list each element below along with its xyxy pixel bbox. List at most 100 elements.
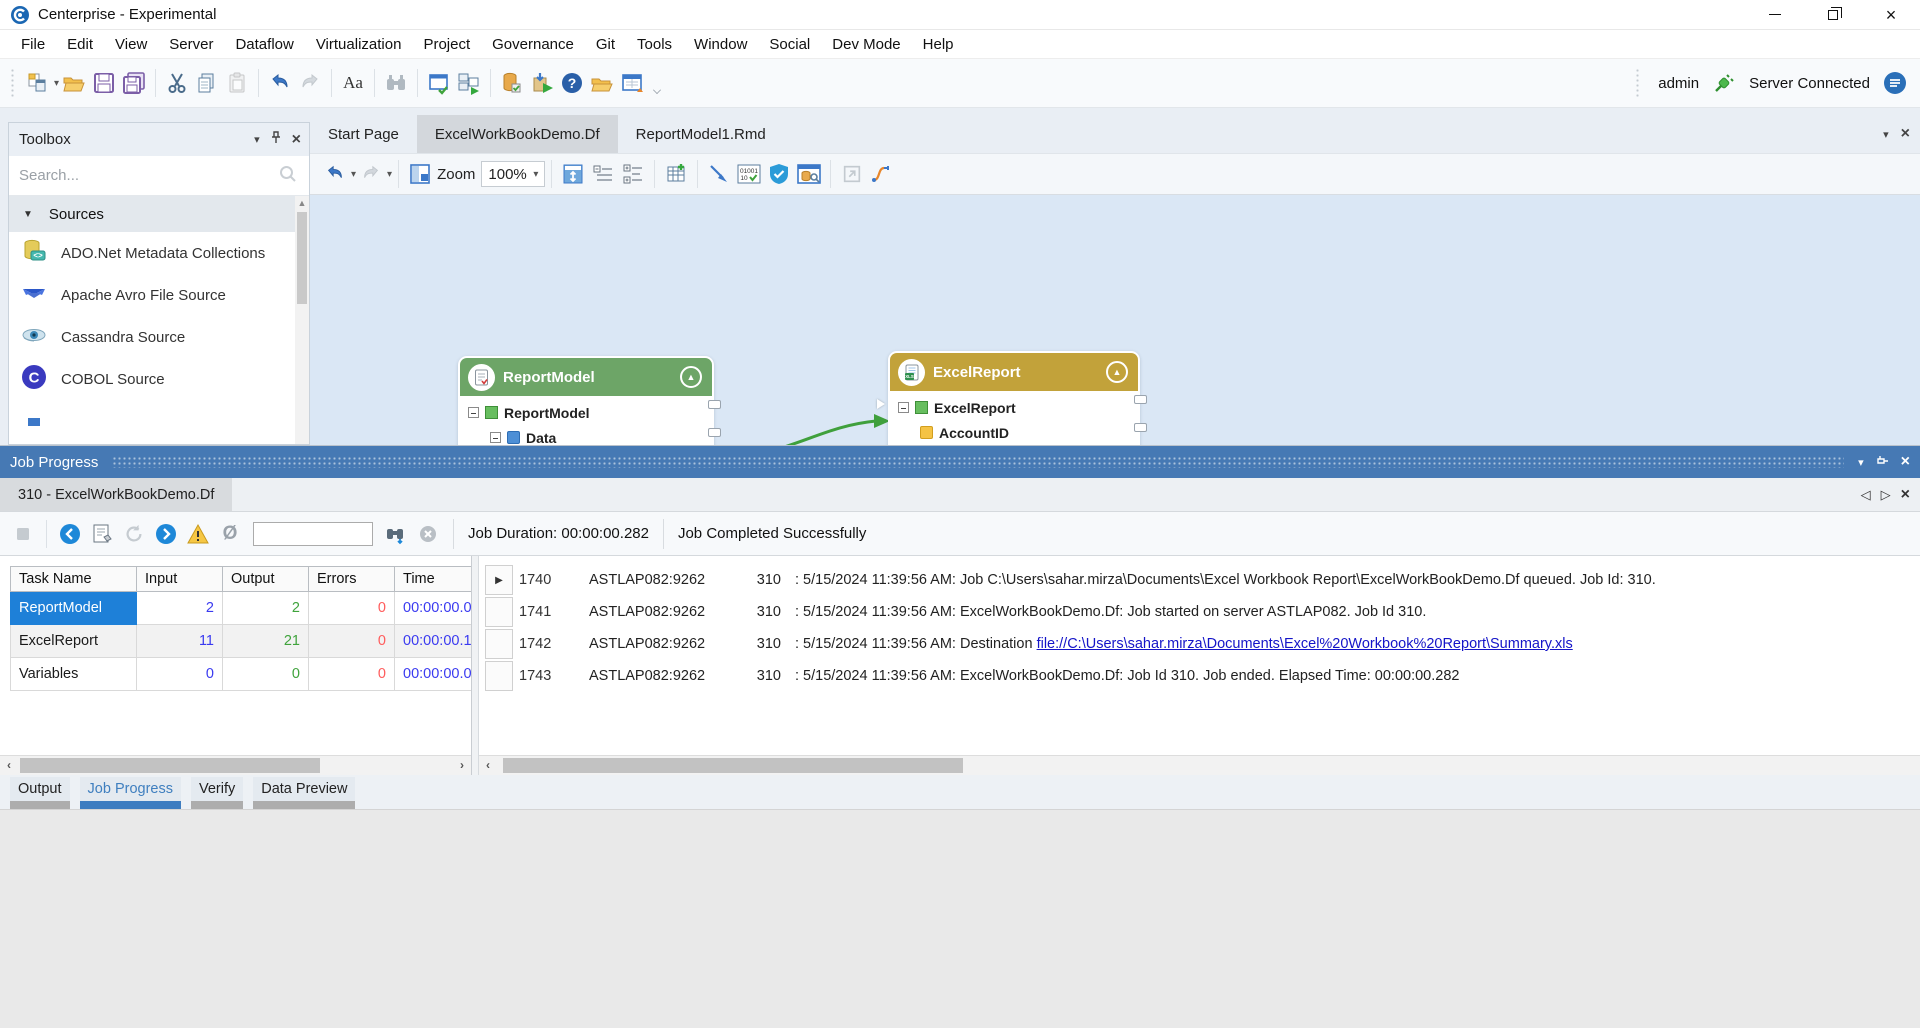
node-excelreport[interactable]: XLS ExcelReport ▲ ExcelReport bbox=[888, 351, 1140, 445]
output-port[interactable] bbox=[708, 400, 721, 409]
task-cell[interactable]: ExcelReport bbox=[10, 625, 137, 658]
table-row-excelreport[interactable]: ExcelReport 11 21 0 00:00:00.1 bbox=[10, 625, 471, 658]
tree-row-reportmodel[interactable]: ReportModel bbox=[468, 400, 712, 425]
menu-git[interactable]: Git bbox=[585, 36, 626, 53]
job-tab-close-icon[interactable]: × bbox=[1901, 486, 1910, 504]
warnings-icon[interactable] bbox=[183, 519, 213, 549]
toolbox-item-cobol[interactable]: C COBOL Source bbox=[9, 358, 295, 400]
open-folder-icon[interactable] bbox=[59, 68, 89, 98]
font-icon[interactable]: Aa bbox=[338, 68, 368, 98]
tree-row-excelreport[interactable]: ExcelReport bbox=[898, 395, 1138, 420]
table-row-reportmodel[interactable]: ReportModel 2 2 0 00:00:00.0 bbox=[10, 592, 471, 625]
zoom-select[interactable]: 100% ▾ bbox=[481, 161, 545, 187]
toolbox-item-cassandra[interactable]: Cassandra Source bbox=[9, 316, 295, 358]
panel-close-icon[interactable]: × bbox=[1901, 453, 1910, 471]
node-collapse-icon[interactable]: ▲ bbox=[1106, 361, 1128, 383]
tree-expander-icon[interactable] bbox=[490, 432, 501, 443]
draw-link-icon[interactable] bbox=[704, 159, 734, 189]
tab-list-caret-icon[interactable]: ▾ bbox=[1883, 128, 1889, 141]
redo-caret-icon[interactable]: ▾ bbox=[387, 169, 392, 180]
tree-row-data[interactable]: Data bbox=[468, 425, 712, 445]
layout-icon[interactable] bbox=[405, 159, 435, 189]
menu-server[interactable]: Server bbox=[158, 36, 224, 53]
scroll-thumb[interactable] bbox=[297, 212, 307, 304]
save-icon[interactable] bbox=[89, 68, 119, 98]
scroll-thumb[interactable] bbox=[20, 758, 320, 773]
paste-icon[interactable] bbox=[222, 68, 252, 98]
col-output[interactable]: Output bbox=[223, 566, 309, 592]
redo-icon[interactable] bbox=[356, 159, 386, 189]
menu-dataflow[interactable]: Dataflow bbox=[224, 36, 304, 53]
scroll-right-icon[interactable]: › bbox=[453, 756, 471, 775]
input-port[interactable] bbox=[877, 399, 885, 409]
toolbox-search-input[interactable] bbox=[19, 167, 299, 184]
job-log-icon[interactable] bbox=[87, 519, 117, 549]
col-time[interactable]: Time bbox=[395, 566, 471, 592]
panel-pin-icon[interactable] bbox=[1876, 454, 1889, 471]
output-port[interactable] bbox=[1134, 395, 1147, 404]
col-input[interactable]: Input bbox=[137, 566, 223, 592]
bottom-tab-job-progress[interactable]: Job Progress bbox=[80, 777, 181, 809]
tab-start-page[interactable]: Start Page bbox=[310, 115, 417, 153]
clear-search-icon[interactable] bbox=[413, 519, 443, 549]
menu-file[interactable]: File bbox=[10, 36, 56, 53]
connector-route-icon[interactable] bbox=[867, 159, 897, 189]
menu-edit[interactable]: Edit bbox=[56, 36, 104, 53]
scroll-up-icon[interactable]: ▲ bbox=[295, 196, 309, 210]
toolbox-close-icon[interactable]: × bbox=[292, 131, 301, 149]
menu-devmode[interactable]: Dev Mode bbox=[821, 36, 911, 53]
restore-button[interactable] bbox=[1804, 0, 1862, 29]
node-reportmodel[interactable]: ReportModel ▲ ReportModel Data bbox=[458, 356, 714, 445]
tab-excelworkbookdemo[interactable]: ExcelWorkBookDemo.Df bbox=[417, 115, 618, 153]
job-monitor-icon[interactable] bbox=[497, 68, 527, 98]
menu-view[interactable]: View bbox=[104, 36, 158, 53]
output-port[interactable] bbox=[1134, 423, 1147, 432]
copy-icon[interactable] bbox=[192, 68, 222, 98]
cut-icon[interactable] bbox=[162, 68, 192, 98]
bottom-tab-data-preview[interactable]: Data Preview bbox=[253, 777, 355, 809]
tab-close-icon[interactable]: × bbox=[1901, 125, 1910, 143]
close-button[interactable]: × bbox=[1862, 0, 1920, 29]
tree-expander-icon[interactable] bbox=[898, 402, 909, 413]
maximize-icon[interactable] bbox=[837, 159, 867, 189]
add-grid-icon[interactable] bbox=[661, 159, 691, 189]
menu-tools[interactable]: Tools bbox=[626, 36, 683, 53]
server-browse-icon[interactable] bbox=[587, 68, 617, 98]
log-row[interactable]: ▶ 1740 ASTLAP082:9262 310 : 5/15/2024 11… bbox=[485, 564, 1920, 596]
col-errors[interactable]: Errors bbox=[309, 566, 395, 592]
node-collapse-icon[interactable]: ▲ bbox=[680, 366, 702, 388]
tab-reportmodel1[interactable]: ReportModel1.Rmd bbox=[618, 115, 784, 153]
errors-filter-icon[interactable]: Ø bbox=[215, 519, 245, 549]
log-row[interactable]: 1743 ASTLAP082:9262 310 : 5/15/2024 11:3… bbox=[485, 660, 1920, 692]
panel-menu-caret-icon[interactable]: ▾ bbox=[1858, 456, 1864, 469]
collapse-all-icon[interactable] bbox=[588, 159, 618, 189]
minimize-button[interactable] bbox=[1746, 0, 1804, 29]
log-row[interactable]: 1742 ASTLAP082:9262 310 : 5/15/2024 11:3… bbox=[485, 628, 1920, 660]
shield-check-icon[interactable] bbox=[764, 159, 794, 189]
undo-icon[interactable] bbox=[265, 68, 295, 98]
toolbox-scrollbar[interactable]: ▲ bbox=[295, 196, 309, 444]
table-hscrollbar[interactable]: ‹ › bbox=[0, 755, 471, 775]
node-reportmodel-header[interactable]: ReportModel ▲ bbox=[460, 358, 712, 396]
destination-file-link[interactable]: file://C:\Users\sahar.mirza\Documents\Ex… bbox=[1037, 636, 1573, 652]
log-search-input[interactable] bbox=[253, 522, 373, 546]
menu-social[interactable]: Social bbox=[758, 36, 821, 53]
tree-row-accountid[interactable]: AccountID bbox=[898, 420, 1138, 445]
toolbox-pin-icon[interactable] bbox=[270, 131, 282, 148]
window-database-icon[interactable] bbox=[794, 159, 824, 189]
toolbox-menu-caret-icon[interactable]: ▾ bbox=[254, 133, 260, 146]
task-cell[interactable]: Variables bbox=[10, 658, 137, 691]
auto-layout-icon[interactable] bbox=[558, 159, 588, 189]
new-dropdown-icon[interactable] bbox=[23, 68, 53, 98]
deploy-icon[interactable] bbox=[527, 68, 557, 98]
tree-expander-icon[interactable] bbox=[468, 407, 479, 418]
verify-window-icon[interactable] bbox=[424, 68, 454, 98]
menu-help[interactable]: Help bbox=[912, 36, 965, 53]
dataflow-canvas[interactable]: ReportModel ▲ ReportModel Data bbox=[310, 195, 1920, 445]
scroll-thumb[interactable] bbox=[503, 758, 963, 773]
expand-all-icon[interactable] bbox=[618, 159, 648, 189]
toolbox-section-sources[interactable]: ▼ Sources bbox=[9, 196, 295, 232]
toolbox-item-ado-net[interactable]: <> ADO.Net Metadata Collections bbox=[9, 232, 295, 274]
help-icon[interactable]: ? bbox=[557, 68, 587, 98]
preview-binary-icon[interactable]: 0100110 bbox=[734, 159, 764, 189]
